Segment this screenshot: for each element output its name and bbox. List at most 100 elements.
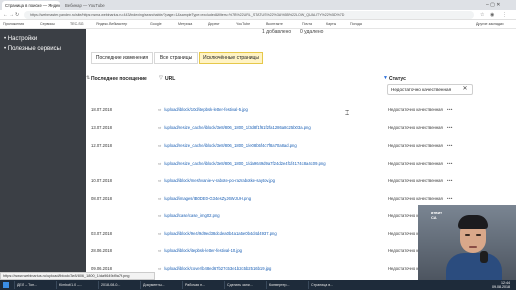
- taskbar-clock[interactable]: 12:44 09.08.2018: [492, 281, 510, 289]
- row-menu-dots[interactable]: •••: [447, 158, 453, 170]
- presenter-mouth: [469, 246, 477, 248]
- microphone: [480, 251, 488, 263]
- taskbar-item[interactable]: Kimbot/1.0 –...: [56, 281, 96, 289]
- row-url-link[interactable]: /upload/iblock/9e4/9d9ed38dcdea0b4a1a5e0…: [164, 228, 277, 240]
- link-status-bar: https://www.webinarius.ru/upload/iblock/…: [0, 272, 155, 280]
- row-url-link[interactable]: /upload/resize_cache/iblock/3e8/806_1800…: [164, 140, 297, 152]
- table-row: 10.07.2018 ⇨ /upload/iblock/meshvanie-v-…: [86, 175, 488, 187]
- browser-tab-bar: Страница в поиске — Яндекс.В... Вебинар …: [0, 0, 516, 10]
- link-icon: ⇨: [158, 213, 162, 218]
- bookmark-item[interactable]: Директ: [208, 22, 220, 26]
- row-status: Недостаточно качественная: [388, 178, 443, 183]
- bookmark-item[interactable]: Метрика: [178, 22, 192, 26]
- sidebar-item-useful-services[interactable]: • Полезные сервисы: [4, 46, 61, 52]
- tab-all-pages[interactable]: Все страницы: [154, 52, 198, 64]
- link-icon: ⇨: [158, 266, 162, 271]
- bookmark-item[interactable]: Google: [150, 22, 162, 26]
- link-icon: ⇨: [158, 125, 162, 130]
- removed-count: 0 удалено: [300, 29, 324, 35]
- bookmark-item[interactable]: Почта: [302, 22, 312, 26]
- bookmark-item[interactable]: Карты: [326, 22, 336, 26]
- taskbar-item[interactable]: Страница в...: [308, 281, 348, 289]
- star-icon[interactable]: ☆: [480, 12, 484, 18]
- bookmark-item[interactable]: Другие закладки: [476, 22, 504, 26]
- bookmark-item[interactable]: Сервисы: [40, 22, 55, 26]
- bookmark-item[interactable]: TEC-SG: [70, 22, 84, 26]
- filter-icon[interactable]: ▽: [159, 75, 163, 81]
- menu-icon[interactable]: ⋮: [502, 12, 507, 18]
- taskbar-item[interactable]: Сделать запи...: [224, 281, 264, 289]
- url-input[interactable]: https://webmaster.yandex.ru/site/https:n…: [24, 11, 474, 19]
- webcam-overlay-text: атвит СА: [431, 210, 443, 220]
- bookmarks-bar: Приложения Сервисы TEC-SG Яндекс.Вебмаст…: [0, 20, 516, 29]
- webcam-overlay: атвит СА: [418, 205, 516, 280]
- row-date: 08.07.2018: [91, 196, 112, 201]
- column-header-last-visit[interactable]: Последнее посещение: [91, 76, 147, 82]
- link-icon: ⇨: [158, 231, 162, 236]
- bookmark-item[interactable]: YouTube: [236, 22, 250, 26]
- taskbar: ДЕЛ – Топ... Kimbot/1.0 –... 2018-08-0..…: [0, 280, 516, 290]
- tab-excluded-pages[interactable]: Исключённые страницы: [199, 52, 263, 64]
- row-date: 18.07.2018: [91, 107, 112, 112]
- presenter-body: [446, 253, 502, 280]
- link-icon: ⇨: [158, 161, 162, 166]
- row-menu-dots[interactable]: •••: [447, 193, 453, 205]
- row-url-link[interactable]: /upload/resize_cache/iblock/3e8/806_1800…: [164, 122, 311, 134]
- taskbar-item[interactable]: Документы...: [140, 281, 180, 289]
- filter-active-icon[interactable]: ▼: [383, 75, 388, 81]
- row-menu-dots[interactable]: •••: [447, 175, 453, 187]
- sidebar-item-settings[interactable]: • Настройки: [4, 36, 37, 42]
- link-icon: ⇨: [158, 196, 162, 201]
- row-url-link[interactable]: /upload/iblock/cover/b48ed67b27c53e1b2c5…: [164, 263, 271, 275]
- tab-recent-changes[interactable]: Последние изменения: [91, 52, 153, 64]
- taskbar-item[interactable]: 2018-08-0...: [98, 281, 138, 289]
- row-status: Недостаточно качественная: [388, 143, 443, 148]
- browser-tab-active[interactable]: Страница в поиске — Яндекс.В...: [2, 1, 60, 10]
- row-date: 13.07.2018: [91, 125, 112, 130]
- bookmark-item[interactable]: Погода: [350, 22, 362, 26]
- sidebar: • Настройки • Полезные сервисы: [0, 29, 86, 280]
- start-button-icon[interactable]: [3, 282, 9, 288]
- presenter-eye: [465, 234, 470, 236]
- row-date: 03.07.2018: [91, 231, 112, 236]
- taskbar-item[interactable]: Конвертер...: [266, 281, 306, 289]
- row-url-link[interactable]: /upload/iblock/itepbsk-letter-festival-1…: [164, 245, 242, 257]
- column-header-url[interactable]: URL: [165, 76, 175, 82]
- window-controls[interactable]: – ▢ ✕: [486, 2, 500, 8]
- address-bar: ← → ↻ https://webmaster.yandex.ru/site/h…: [0, 10, 516, 20]
- clear-filter-icon[interactable]: ✕: [460, 86, 470, 94]
- clock-date: 09.08.2018: [492, 285, 510, 289]
- column-header-status[interactable]: Статус: [389, 76, 406, 82]
- row-status: Недостаточно качественная: [388, 161, 443, 166]
- link-icon: ⇨: [158, 178, 162, 183]
- row-menu-dots[interactable]: •••: [447, 140, 453, 152]
- sort-icon[interactable]: ⇅: [86, 75, 90, 81]
- row-date: 12.07.2018: [91, 143, 112, 148]
- row-url-link[interactable]: /upload/images/IB0DE0-G34esZyJ6WJUH.png: [164, 193, 251, 205]
- reload-icon[interactable]: ↻: [15, 12, 19, 18]
- row-url-link[interactable]: /upload/iblock/10d/itepbsk-letter-festiv…: [164, 104, 248, 116]
- extension-icon[interactable]: ◉: [490, 12, 494, 18]
- bookmark-item[interactable]: Яндекс.Вебмастер: [96, 22, 127, 26]
- table-row: ⇨ /upload/resize_cache/iblock/3e8/806_18…: [86, 158, 488, 170]
- table-row: 12.07.2018 ⇨ /upload/resize_cache/iblock…: [86, 140, 488, 152]
- table-row: 13.07.2018 ⇨ /upload/resize_cache/iblock…: [86, 122, 488, 134]
- row-menu-dots[interactable]: •••: [447, 104, 453, 116]
- row-url-link[interactable]: /upload/iblock/meshvanie-v-rabote-po-raz…: [164, 175, 275, 187]
- presenter-hair: [458, 215, 488, 229]
- added-count: 1 добавлено: [262, 29, 292, 35]
- row-url-link[interactable]: /upload/resize_cache/iblock/3e8/806_1800…: [164, 158, 326, 170]
- forward-arrow-icon[interactable]: →: [9, 12, 14, 18]
- bookmark-item[interactable]: Вконтакте: [266, 22, 283, 26]
- link-icon: ⇨: [158, 143, 162, 148]
- row-url-link[interactable]: /upload/case/case_img02.png: [164, 210, 220, 222]
- table-row: 08.07.2018 ⇨ /upload/images/IB0DE0-G34es…: [86, 193, 488, 205]
- row-menu-dots[interactable]: •••: [447, 122, 453, 134]
- row-status: Недостаточно качественная: [388, 125, 443, 130]
- taskbar-item[interactable]: Рабочая п...: [182, 281, 222, 289]
- browser-tab-inactive[interactable]: Вебинар — YouTube: [62, 1, 120, 10]
- back-arrow-icon[interactable]: ←: [3, 12, 8, 18]
- taskbar-item[interactable]: ДЕЛ – Топ...: [14, 281, 54, 289]
- bookmark-item[interactable]: Приложения: [3, 22, 24, 26]
- link-icon: ⇨: [158, 107, 162, 112]
